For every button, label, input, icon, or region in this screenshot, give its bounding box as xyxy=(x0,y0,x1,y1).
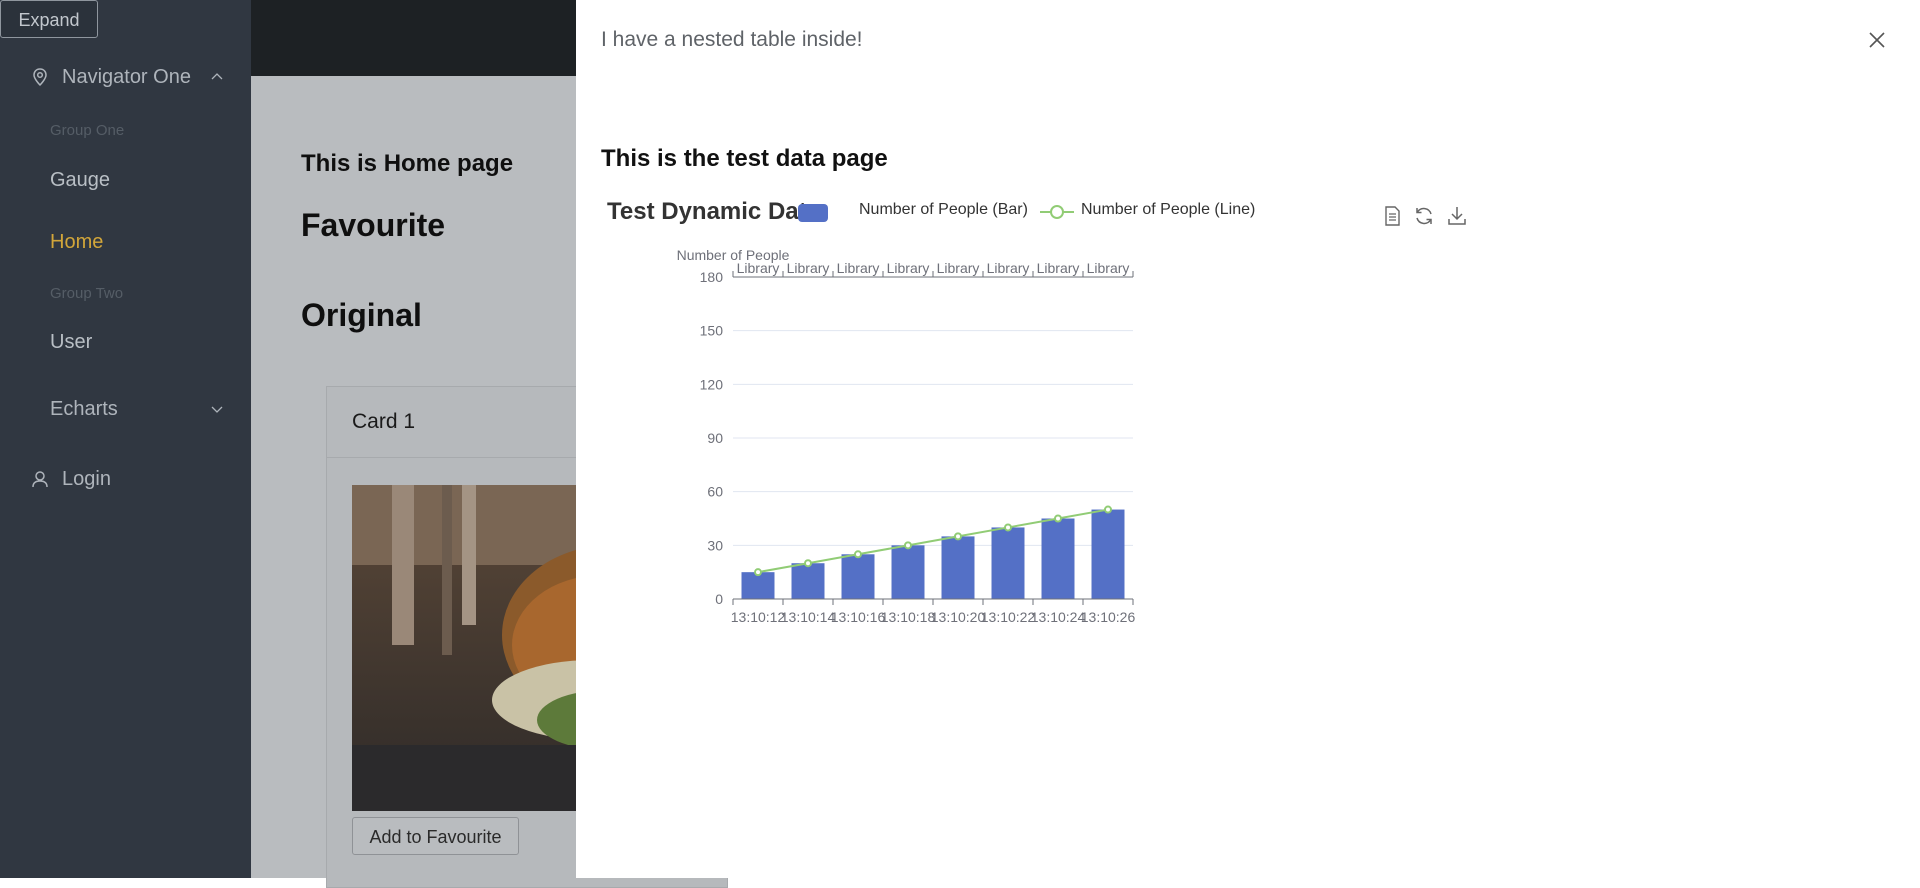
top-axis-label: Library xyxy=(987,260,1030,276)
line-point xyxy=(754,568,762,577)
line-point xyxy=(1104,505,1112,514)
y-tick-label: 0 xyxy=(715,591,723,607)
line-point xyxy=(954,532,962,541)
x-tick-label: 13:10:16 xyxy=(831,609,886,625)
bar xyxy=(1091,509,1125,599)
line-point xyxy=(1004,523,1012,532)
bar xyxy=(941,536,975,599)
top-axis-label: Library xyxy=(1087,260,1130,276)
x-tick-label: 13:10:22 xyxy=(981,609,1036,625)
bar xyxy=(841,554,875,599)
y-tick-label: 120 xyxy=(700,376,724,392)
x-tick-label: 13:10:12 xyxy=(731,609,786,625)
x-tick-label: 13:10:24 xyxy=(1031,609,1086,625)
y-tick-label: 180 xyxy=(700,269,724,285)
y-tick-label: 30 xyxy=(707,537,723,553)
bar xyxy=(891,545,925,599)
top-axis-label: Library xyxy=(737,260,780,276)
x-tick-label: 13:10:18 xyxy=(881,609,936,625)
top-axis-label: Library xyxy=(787,260,830,276)
top-axis-label: Library xyxy=(1037,260,1080,276)
line-point xyxy=(854,550,862,559)
x-tick-label: 13:10:14 xyxy=(781,609,836,625)
x-tick-label: 13:10:20 xyxy=(931,609,986,625)
top-axis-label: Library xyxy=(937,260,980,276)
y-tick-label: 60 xyxy=(707,484,723,500)
line-point xyxy=(904,541,912,550)
chart: Test Dynamic Data Number of People (Bar)… xyxy=(576,190,1476,780)
line-point xyxy=(804,559,812,568)
y-tick-label: 150 xyxy=(700,323,724,339)
bar xyxy=(991,527,1025,599)
bar xyxy=(791,563,825,599)
drawer-title: I have a nested table inside! xyxy=(601,28,863,51)
chart-plot: Number of People0306090120150180Library L… xyxy=(677,247,1136,625)
test-data-title: This is the test data page xyxy=(601,145,888,172)
top-axis-label: Library xyxy=(837,260,880,276)
line-point xyxy=(1054,514,1062,523)
y-tick-label: 90 xyxy=(707,430,723,446)
bar xyxy=(741,572,775,599)
close-icon[interactable] xyxy=(1867,30,1887,50)
x-tick-label: 13:10:26 xyxy=(1081,609,1136,625)
top-axis-label: Library xyxy=(887,260,930,276)
bar xyxy=(1041,518,1075,599)
